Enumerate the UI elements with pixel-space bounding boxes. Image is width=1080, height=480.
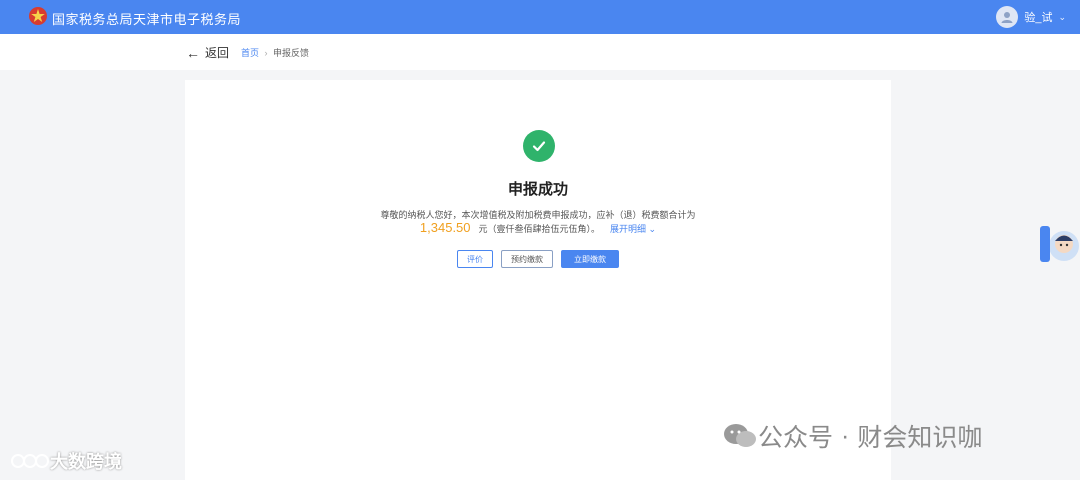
expand-details-link[interactable]: 展开明细 ⌄ (610, 222, 656, 235)
nav-bar: ← 返回 首页 › 申报反馈 (0, 34, 1080, 70)
watermark-right: 公众号 · 财会知识咖 (722, 418, 982, 454)
brand-logo-icon (11, 454, 49, 468)
breadcrumb-home[interactable]: 首页 (241, 48, 259, 58)
tax-amount: 1,345.50 (419, 220, 471, 235)
schedule-payment-button[interactable]: 预约缴款 (501, 250, 553, 268)
result-title: 申报成功 (507, 181, 568, 198)
site-title: 国家税务总局天津市电子税务局 (52, 12, 242, 27)
breadcrumb-separator: › (264, 48, 268, 58)
action-buttons: 评价 预约缴款 立即缴款 (185, 250, 891, 268)
breadcrumb-current: 申报反馈 (273, 48, 310, 58)
chevron-down-icon: ⌄ (1058, 11, 1066, 22)
watermark-left-text: 大数跨境 (50, 452, 122, 472)
back-label: 返回 (205, 46, 230, 60)
watermark-dot: · (841, 421, 850, 450)
user-menu[interactable]: 验_试 ⌄ (996, 6, 1066, 28)
watermark-right-name: 财会知识咖 (857, 424, 983, 452)
watermark-right-prefix: 公众号 (758, 424, 834, 452)
pay-now-button[interactable]: 立即缴款 (561, 250, 619, 268)
amount-words: 元（壹仟叁佰肆拾伍元伍角）。 (478, 224, 601, 234)
watermark-left: 大数跨境 (10, 448, 122, 474)
avatar-icon (996, 6, 1019, 28)
breadcrumb: 首页 › 申报反馈 (241, 46, 309, 59)
user-name: 验_试 (1024, 12, 1053, 24)
wechat-icon (724, 424, 756, 447)
assistant-avatar-icon (1040, 226, 1079, 262)
emblem-icon (29, 7, 47, 25)
back-arrow-icon: ← (186, 44, 200, 61)
result-amount-line: 1,345.50 元（壹仟叁佰肆拾伍元伍角）。 展开明细 ⌄ (185, 220, 891, 235)
top-header: 国家税务总局天津市电子税务局 验_试 ⌄ (0, 0, 1080, 34)
back-button[interactable]: ← 返回 (186, 44, 229, 61)
assistant-widget[interactable] (1036, 222, 1080, 266)
success-check-icon (523, 130, 555, 162)
rate-button[interactable]: 评价 (457, 250, 493, 268)
